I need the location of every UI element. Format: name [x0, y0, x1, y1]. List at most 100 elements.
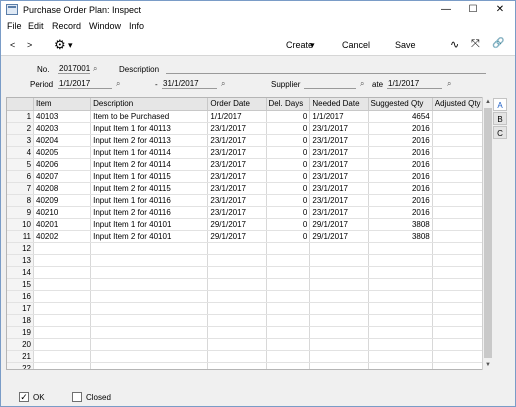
order-date-cell[interactable] [207, 302, 267, 315]
order-date-cell[interactable]: 23/1/2017 [207, 206, 267, 219]
pulse-icon[interactable]: ∿ [450, 38, 459, 51]
table-row[interactable]: 11 40202 Input Item 2 for 40101 29/1/2017 0 2… [7, 230, 491, 243]
needed-date-cell[interactable]: 1/1/2017 [309, 110, 369, 123]
needed-date-cell[interactable] [309, 362, 369, 369]
del-days-cell[interactable] [266, 338, 311, 351]
order-date-cell[interactable]: 23/1/2017 [207, 170, 267, 183]
description-cell[interactable] [90, 266, 209, 279]
needed-date-cell[interactable]: 23/1/2017 [309, 182, 369, 195]
order-date-cell[interactable]: 23/1/2017 [207, 134, 267, 147]
suggested-qty-cell[interactable] [368, 350, 433, 363]
create-button[interactable]: Create [286, 40, 313, 50]
item-cell[interactable] [33, 326, 92, 339]
order-date-cell[interactable] [207, 242, 267, 255]
suggested-qty-cell[interactable] [368, 290, 433, 303]
order-date-cell[interactable]: 23/1/2017 [207, 194, 267, 207]
suggested-qty-cell[interactable]: 2016 [368, 158, 433, 171]
description-cell[interactable] [90, 326, 209, 339]
table-row[interactable]: 9 40210 Input Item 2 for 40116 23/1/2017 0 23… [7, 206, 491, 219]
menu-info[interactable]: Info [129, 21, 144, 31]
item-cell[interactable] [33, 314, 92, 327]
needed-date-cell[interactable] [309, 302, 369, 315]
column-header-suggested-qty[interactable]: Suggested Qty [368, 98, 433, 111]
del-days-cell[interactable]: 0 [266, 110, 311, 123]
suggested-qty-cell[interactable]: 4654 [368, 110, 433, 123]
table-row[interactable]: 22 [7, 362, 491, 369]
suggested-qty-cell[interactable] [368, 242, 433, 255]
item-cell[interactable] [33, 338, 92, 351]
table-row[interactable]: 17 [7, 302, 491, 315]
needed-date-cell[interactable] [309, 242, 369, 255]
description-cell[interactable] [90, 338, 209, 351]
suggested-qty-cell[interactable]: 2016 [368, 146, 433, 159]
description-cell[interactable]: Input Item 2 for 40113 [90, 134, 209, 147]
item-cell[interactable]: 40201 [33, 218, 92, 231]
table-row[interactable]: 14 [7, 266, 491, 279]
column-header-item[interactable]: Item [33, 98, 92, 111]
needed-date-cell[interactable] [309, 314, 369, 327]
menu-edit[interactable]: Edit [28, 21, 44, 31]
suggested-qty-cell[interactable]: 2016 [368, 122, 433, 135]
table-row[interactable]: 7 40208 Input Item 2 for 40115 23/1/2017 0 23… [7, 182, 491, 195]
description-cell[interactable] [90, 290, 209, 303]
del-days-cell[interactable] [266, 362, 311, 369]
supplier-lookup-icon[interactable]: ⌕ [360, 79, 364, 89]
del-days-cell[interactable]: 0 [266, 194, 311, 207]
needed-date-cell[interactable]: 23/1/2017 [309, 122, 369, 135]
suggested-qty-cell[interactable] [368, 266, 433, 279]
table-row[interactable]: 6 40207 Input Item 1 for 40115 23/1/2017 0 23… [7, 170, 491, 183]
order-date-cell[interactable]: 23/1/2017 [207, 122, 267, 135]
order-date-cell[interactable] [207, 290, 267, 303]
attach-icon[interactable]: 🔗 [492, 38, 504, 49]
period-to-lookup-icon[interactable]: ⌕ [221, 79, 225, 89]
column-header-order-date[interactable]: Order Date [207, 98, 267, 111]
del-days-cell[interactable] [266, 278, 311, 291]
description-field[interactable] [166, 63, 486, 74]
del-days-cell[interactable]: 0 [266, 158, 311, 171]
table-row[interactable]: 12 [7, 242, 491, 255]
table-row[interactable]: 21 [7, 350, 491, 363]
description-cell[interactable] [90, 278, 209, 291]
needed-date-cell[interactable]: 23/1/2017 [309, 194, 369, 207]
description-cell[interactable]: Input Item 2 for 40115 [90, 182, 209, 195]
gear-menu-chevron-down-icon[interactable]: ▾ [68, 40, 73, 51]
del-days-cell[interactable]: 0 [266, 146, 311, 159]
ok-checkbox[interactable]: ✓ [19, 392, 29, 402]
back-button[interactable]: < [10, 40, 15, 50]
needed-date-cell[interactable] [309, 326, 369, 339]
table-row[interactable]: 18 [7, 314, 491, 327]
needed-date-cell[interactable] [309, 266, 369, 279]
needed-date-cell[interactable]: 23/1/2017 [309, 158, 369, 171]
needed-date-cell[interactable] [309, 338, 369, 351]
suggested-qty-cell[interactable] [368, 326, 433, 339]
item-cell[interactable] [33, 266, 92, 279]
order-date-cell[interactable] [207, 254, 267, 267]
description-cell[interactable]: Input Item 2 for 40101 [90, 230, 209, 243]
item-cell[interactable] [33, 242, 92, 255]
gear-icon[interactable]: ⚙ [54, 37, 66, 53]
suggested-qty-cell[interactable]: 3808 [368, 218, 433, 231]
order-date-cell[interactable]: 1/1/2017 [207, 110, 267, 123]
order-date-cell[interactable] [207, 278, 267, 291]
expand-icon[interactable]: ⤧ [471, 38, 480, 51]
order-date-cell[interactable] [207, 266, 267, 279]
table-row[interactable]: 8 40209 Input Item 1 for 40116 23/1/2017 0 23… [7, 194, 491, 207]
order-date-cell[interactable] [207, 350, 267, 363]
del-days-cell[interactable] [266, 290, 311, 303]
table-row[interactable]: 15 [7, 278, 491, 291]
item-cell[interactable]: 40205 [33, 146, 92, 159]
forward-button[interactable]: > [27, 40, 32, 50]
description-cell[interactable] [90, 362, 209, 369]
suggested-qty-cell[interactable] [368, 314, 433, 327]
description-cell[interactable]: Input Item 1 for 40116 [90, 194, 209, 207]
item-cell[interactable]: 40103 [33, 110, 92, 123]
needed-date-cell[interactable]: 23/1/2017 [309, 206, 369, 219]
supplier-field[interactable] [304, 78, 356, 89]
order-date-cell[interactable] [207, 314, 267, 327]
del-days-cell[interactable] [266, 242, 311, 255]
no-lookup-icon[interactable]: ⌕ [93, 64, 97, 74]
del-days-cell[interactable]: 0 [266, 218, 311, 231]
needed-date-cell[interactable] [309, 290, 369, 303]
needed-date-cell[interactable]: 29/1/2017 [309, 230, 369, 243]
del-days-cell[interactable] [266, 266, 311, 279]
